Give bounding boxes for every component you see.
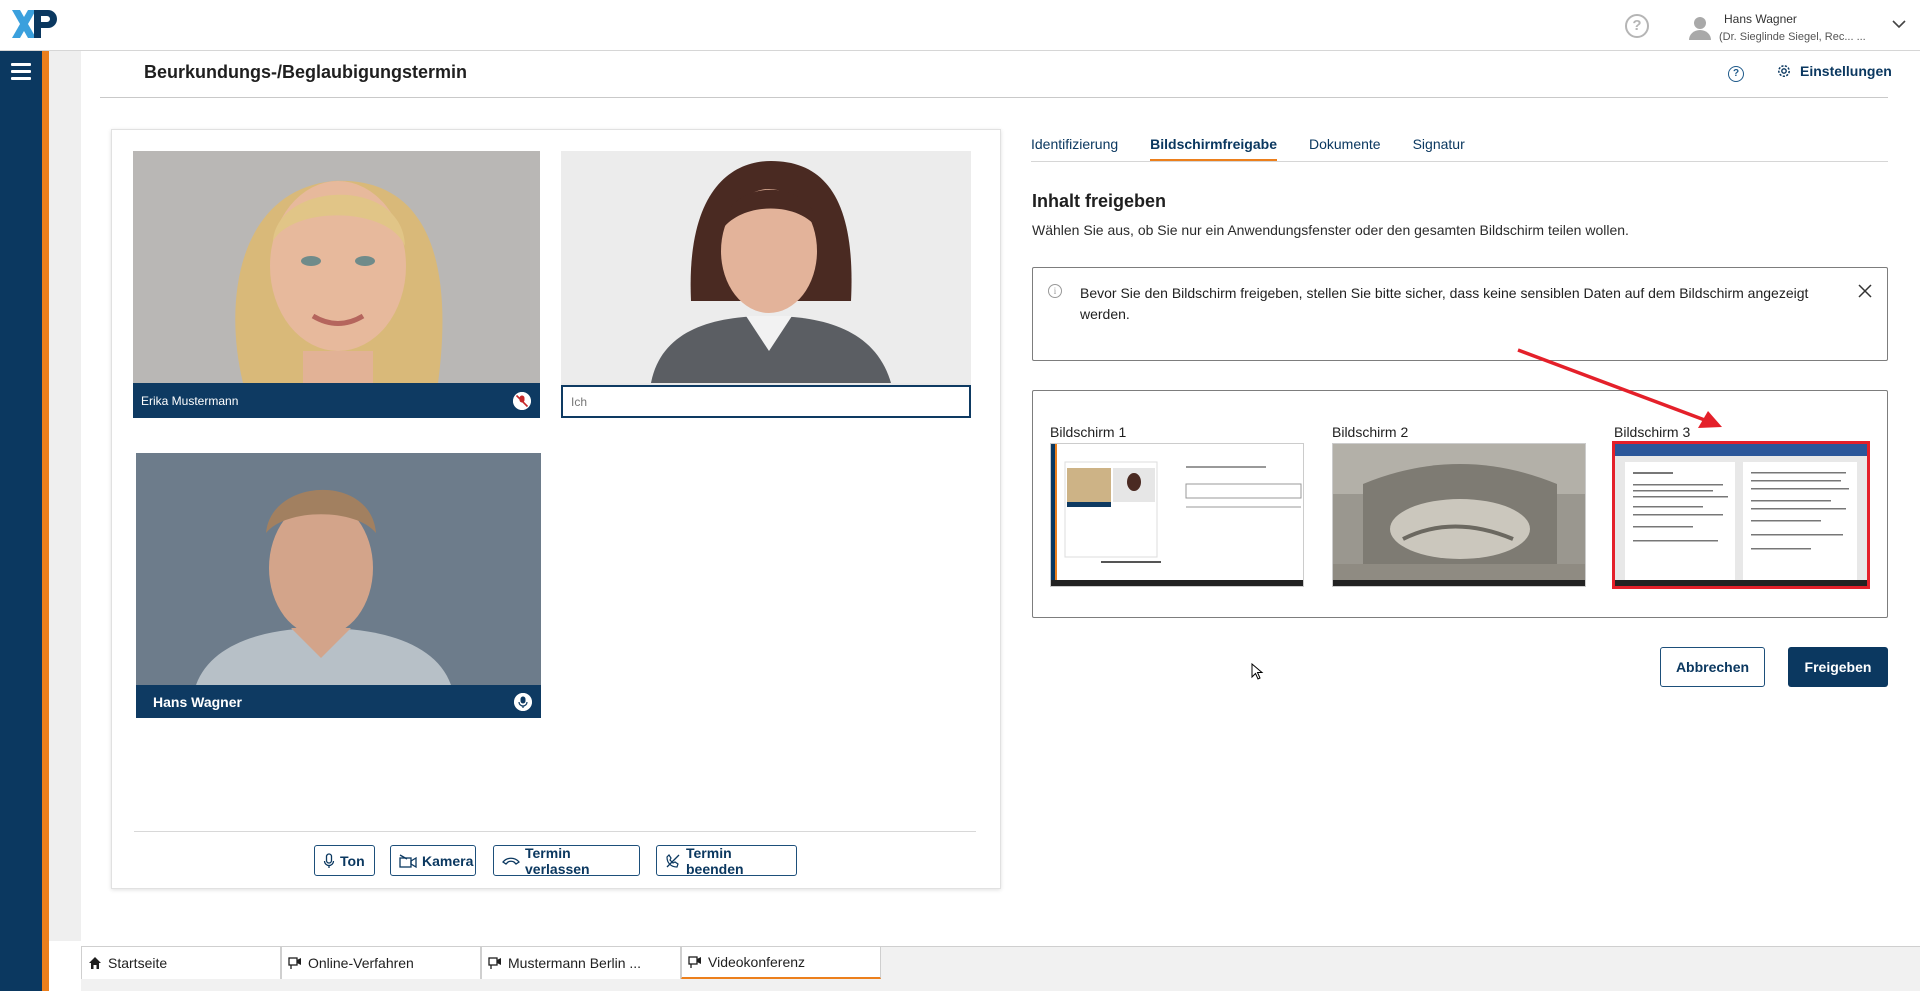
phone-hangup-icon (502, 857, 520, 865)
chevron-down-icon[interactable] (1891, 16, 1907, 32)
info-icon: i (1048, 284, 1062, 298)
hamburger-menu-icon[interactable] (11, 63, 31, 80)
settings-button[interactable]: Einstellungen (1776, 63, 1892, 79)
gear-icon (1778, 65, 1790, 77)
rail-gutter (49, 51, 81, 941)
bottom-tab-label: Mustermann Berlin ... (508, 955, 642, 971)
bottom-tab-bar: Startseite Online-Verfahren Mustermann B… (81, 946, 1920, 991)
video-call-icon (288, 957, 301, 969)
help-icon[interactable]: ? (1625, 14, 1649, 38)
camera-button[interactable]: Kamera (390, 845, 476, 876)
phone-end-icon (666, 853, 680, 868)
bottom-tab-mustermann-berlin[interactable]: Mustermann Berlin ... (481, 947, 681, 979)
participant-video-hans (136, 453, 541, 685)
participant-tile-erika[interactable]: Erika Mustermann (133, 151, 540, 418)
participant-video-self (561, 151, 971, 383)
close-icon[interactable] (1857, 283, 1873, 299)
home-icon (89, 957, 101, 969)
participant-name: Ich (571, 394, 588, 409)
camera-off-icon (399, 853, 417, 868)
screen-thumbnail-2[interactable] (1332, 443, 1586, 587)
bottom-tab-label: Online-Verfahren (308, 955, 414, 971)
annotation-arrow-icon (1517, 348, 1722, 428)
participant-label-bar: Erika Mustermann (133, 383, 540, 418)
cancel-button[interactable]: Abbrechen (1660, 647, 1765, 687)
participant-name: Hans Wagner (153, 693, 242, 710)
screen-preview-image (1051, 444, 1303, 586)
microphone-icon (323, 852, 335, 868)
tab-identifizierung[interactable]: Identifizierung (1031, 136, 1118, 162)
audio-button[interactable]: Ton (314, 845, 375, 876)
page-help-icon[interactable]: ? (1728, 66, 1744, 82)
microphone-icon (514, 693, 532, 711)
side-rail (0, 51, 42, 991)
participant-video-erika (133, 151, 540, 383)
leave-meeting-button[interactable]: Termin verlassen (493, 844, 640, 877)
tabs-divider (1031, 161, 1888, 162)
screen-selection-box: Bildschirm 1 Bildschirm 2 Bildschirm 3 (1032, 390, 1888, 618)
top-bar: XP ? Hans Wagner (Dr. Sieglinde Siegel, … (0, 0, 1920, 51)
header-divider (100, 97, 1888, 98)
screen-option-3[interactable]: Bildschirm 3 (1612, 424, 1870, 589)
share-section-title: Inhalt freigeben (1032, 191, 1167, 211)
tab-dokumente[interactable]: Dokumente (1309, 136, 1381, 162)
video-call-icon (688, 956, 701, 968)
bottom-tab-label: Startseite (108, 955, 168, 971)
settings-label: Einstellungen (1800, 63, 1892, 79)
screen-thumbnail-1[interactable] (1050, 443, 1304, 587)
video-call-icon (488, 957, 501, 969)
bottom-tab-online-verfahren[interactable]: Online-Verfahren (281, 947, 481, 979)
end-meeting-button[interactable]: Termin beenden (656, 844, 797, 877)
participant-tile-hans[interactable]: Hans Wagner (136, 453, 541, 718)
user-name[interactable]: Hans Wagner (1724, 12, 1797, 26)
bottom-tab-videokonferenz[interactable]: Videokonferenz (681, 947, 881, 979)
screen-preview-image (1615, 444, 1867, 586)
user-organization: (Dr. Sieglinde Siegel, Rec... ... (1719, 31, 1866, 43)
page-title: Beurkundungs-/Beglaubigungstermin (144, 62, 468, 82)
tab-signatur[interactable]: Signatur (1413, 136, 1465, 162)
leave-meeting-label: Termin verlassen (525, 844, 590, 877)
microphone-muted-icon (513, 392, 531, 410)
participant-label-box: Ich (561, 385, 971, 418)
participant-name: Erika Mustermann (141, 393, 239, 408)
end-meeting-label: Termin beenden (686, 844, 744, 877)
bottom-tab-startseite[interactable]: Startseite (81, 947, 281, 979)
rail-accent (42, 51, 49, 991)
user-avatar-icon[interactable] (1689, 16, 1711, 40)
screen-label: Bildschirm 1 (1050, 424, 1127, 440)
screen-preview-image (1333, 444, 1585, 586)
screen-option-1[interactable]: Bildschirm 1 (1050, 424, 1304, 587)
audio-button-label: Ton (340, 852, 365, 869)
controls-divider (134, 831, 976, 832)
info-alert: i Bevor Sie den Bildschirm freigeben, st… (1032, 267, 1888, 361)
screen-thumbnail-3-selected[interactable] (1612, 441, 1870, 589)
share-screen-button[interactable]: Freigeben (1788, 647, 1888, 687)
camera-button-label: Kamera (422, 852, 474, 869)
share-section-description: Wählen Sie aus, ob Sie nur ein Anwendung… (1032, 222, 1629, 238)
bottom-tab-label: Videokonferenz (708, 954, 806, 970)
info-alert-text: Bevor Sie den Bildschirm freigeben, stel… (1080, 285, 1809, 322)
participant-tile-self[interactable]: Ich (561, 151, 971, 418)
svg-text:XP: XP (12, 8, 14, 9)
mouse-cursor-icon (1251, 663, 1264, 680)
screen-option-2[interactable]: Bildschirm 2 (1332, 424, 1586, 587)
tab-bar: Identifizierung Bildschirmfreigabe Dokum… (1031, 136, 1497, 162)
tab-bildschirmfreigabe[interactable]: Bildschirmfreigabe (1150, 136, 1277, 162)
xp-logo[interactable]: XP (12, 8, 62, 40)
participant-label-bar: Hans Wagner (136, 685, 541, 718)
